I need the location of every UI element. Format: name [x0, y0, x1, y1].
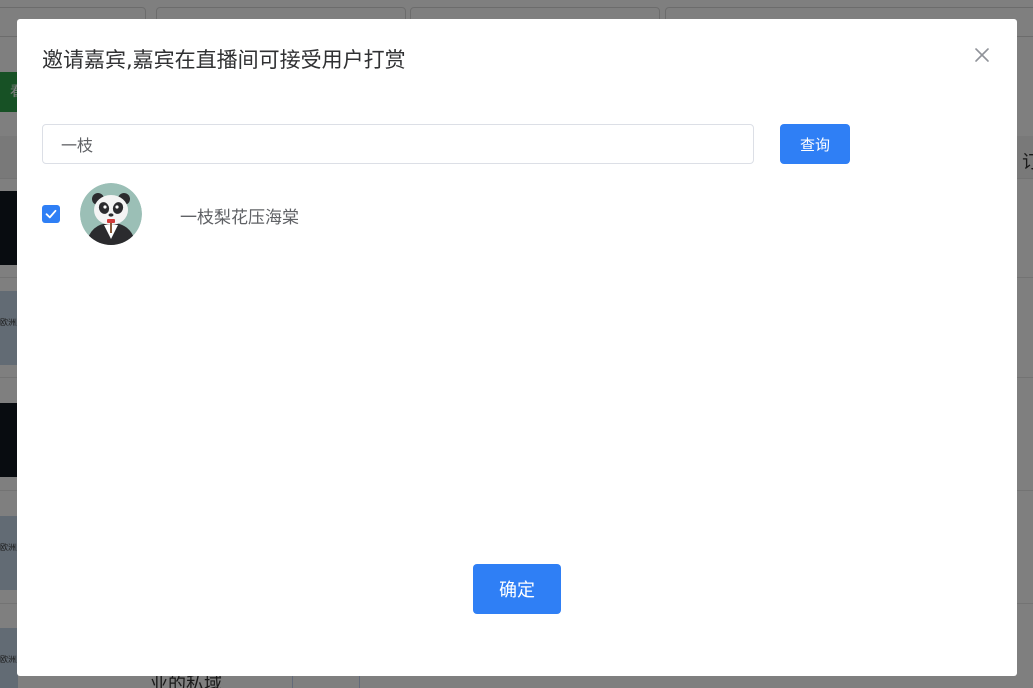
checkmark-icon — [45, 209, 57, 219]
dialog-title: 邀请嘉宾,嘉宾在直播间可接受用户打赏 — [42, 48, 406, 72]
invite-guest-dialog: 邀请嘉宾,嘉宾在直播间可接受用户打赏 查询 — [17, 19, 1017, 676]
guest-search-input[interactable] — [42, 124, 754, 164]
close-button[interactable] — [972, 45, 992, 65]
close-icon — [975, 48, 989, 62]
avatar — [80, 183, 142, 245]
query-button[interactable]: 查询 — [780, 124, 850, 164]
confirm-button[interactable]: 确定 — [473, 564, 561, 614]
result-list-item[interactable]: 一枝梨花压海棠 — [42, 183, 442, 245]
guest-name: 一枝梨花压海棠 — [180, 208, 299, 228]
panda-avatar-icon — [80, 183, 142, 245]
guest-checkbox[interactable] — [42, 205, 60, 223]
